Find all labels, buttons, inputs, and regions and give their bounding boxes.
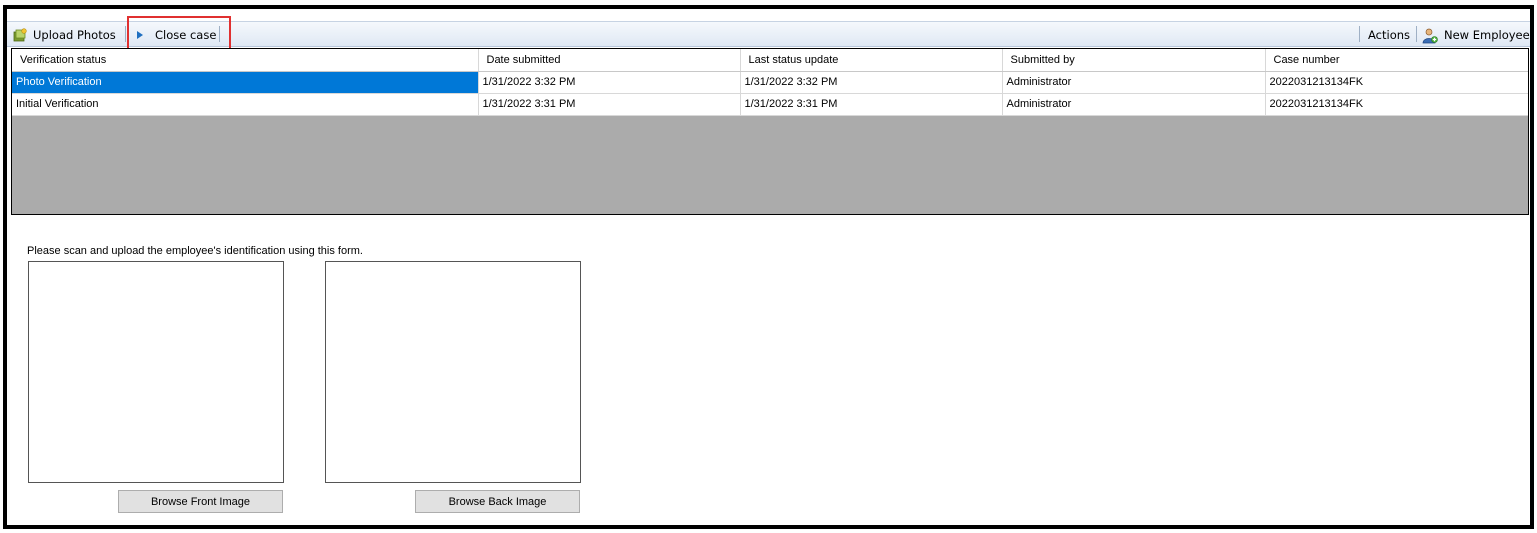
- play-arrow-icon: [135, 28, 145, 42]
- window-frame: Upload Photos Close case Actions New Emp…: [3, 5, 1534, 529]
- column-header-date-submitted[interactable]: Date submitted: [478, 49, 741, 72]
- toolbar-separator: [125, 26, 126, 42]
- close-case-label: Close case: [155, 27, 217, 42]
- table-row[interactable]: Initial Verification 1/31/2022 3:31 PM 1…: [12, 93, 1528, 116]
- actions-label: Actions: [1368, 27, 1411, 42]
- new-employee-icon: [1422, 28, 1438, 43]
- toolbar-separator: [219, 26, 220, 42]
- column-header-submitted-by[interactable]: Submitted by: [1002, 49, 1266, 72]
- cell-submitted-by: Administrator: [1002, 93, 1266, 116]
- table-row[interactable]: Photo Verification 1/31/2022 3:32 PM 1/3…: [12, 71, 1528, 94]
- cell-case-number: 2022031213134FK: [1265, 71, 1528, 94]
- upload-photos-label: Upload Photos: [33, 27, 116, 42]
- front-image-preview: [28, 261, 284, 483]
- instruction-text: Please scan and upload the employee's id…: [27, 245, 363, 257]
- cell-last-status-update: 1/31/2022 3:32 PM: [740, 71, 1003, 94]
- toolbar-separator: [1416, 26, 1417, 42]
- cell-submitted-by: Administrator: [1002, 71, 1266, 94]
- cell-date-submitted: 1/31/2022 3:32 PM: [478, 71, 741, 94]
- column-header-last-status-update[interactable]: Last status update: [740, 49, 1003, 72]
- back-image-preview: [325, 261, 581, 483]
- column-header-verification-status[interactable]: Verification status: [12, 49, 479, 72]
- browse-front-image-button[interactable]: Browse Front Image: [118, 490, 283, 513]
- cell-date-submitted: 1/31/2022 3:31 PM: [478, 93, 741, 116]
- column-header-case-number[interactable]: Case number: [1265, 49, 1528, 72]
- upload-photos-icon: [13, 27, 27, 42]
- cell-last-status-update: 1/31/2022 3:31 PM: [740, 93, 1003, 116]
- verification-grid: Verification status Date submitted Last …: [11, 48, 1529, 215]
- close-case-button[interactable]: Close case: [135, 22, 216, 47]
- upload-photos-button[interactable]: Upload Photos: [13, 22, 116, 47]
- toolbar: Upload Photos Close case Actions New Emp…: [7, 21, 1530, 47]
- grid-header-row: Verification status Date submitted Last …: [12, 49, 1528, 72]
- new-employee-label: New Employee: [1444, 27, 1530, 42]
- cell-case-number: 2022031213134FK: [1265, 93, 1528, 116]
- actions-menu[interactable]: Actions: [1368, 22, 1410, 47]
- browse-back-image-button[interactable]: Browse Back Image: [415, 490, 580, 513]
- cell-verification-status: Photo Verification: [12, 71, 479, 94]
- new-employee-button[interactable]: New Employee: [1422, 22, 1530, 47]
- cell-verification-status: Initial Verification: [12, 93, 479, 116]
- toolbar-separator: [1359, 26, 1360, 42]
